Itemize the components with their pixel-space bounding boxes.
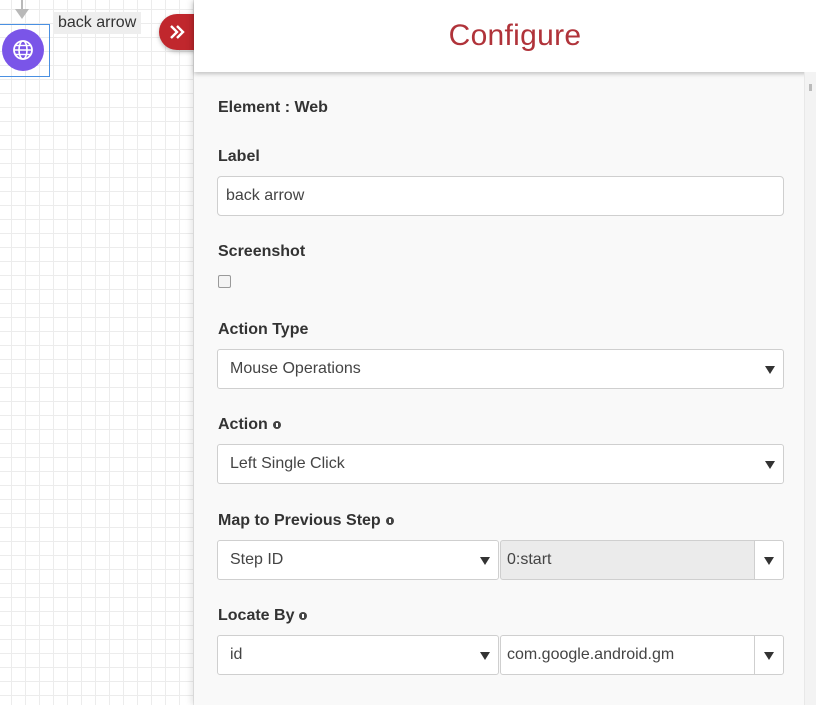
dropdown-caret-icon (765, 461, 775, 469)
workflow-canvas[interactable]: back arrow (0, 0, 194, 705)
previous-step-combo-value: 0:start (507, 551, 552, 568)
action-select[interactable]: Left Single Click (217, 444, 784, 484)
action-type-label: Action Type (218, 321, 309, 338)
action-value: Left Single Click (230, 455, 345, 472)
info-icon[interactable] (299, 612, 308, 620)
info-icon[interactable] (272, 421, 281, 429)
info-icon[interactable] (385, 517, 394, 525)
previous-step-combo-dropdown-button[interactable] (754, 540, 784, 580)
scrollbar-mark (809, 84, 812, 91)
panel-header: Configure (194, 0, 816, 72)
previous-step-combo-input[interactable]: 0:start (500, 540, 755, 580)
map-previous-step-select[interactable]: Step ID (217, 540, 499, 580)
screenshot-checkbox[interactable] (218, 275, 231, 288)
action-type-value: Mouse Operations (230, 360, 361, 377)
collapse-panel-button[interactable] (159, 14, 195, 50)
locator-value-combo-value: com.google.android.gm (507, 646, 675, 663)
locator-value-combo-input[interactable]: com.google.android.gm (500, 635, 755, 675)
dropdown-caret-icon (765, 366, 775, 374)
configure-panel: Configure Element : Web Label Screenshot… (194, 0, 816, 705)
element-type-label: Element : Web (218, 99, 328, 116)
action-label: Action (218, 416, 281, 434)
screenshot-label: Screenshot (218, 243, 306, 260)
locate-by-select-value: id (230, 646, 243, 663)
connector-arrow-icon (15, 9, 29, 19)
locate-by-select[interactable]: id (217, 635, 499, 675)
dropdown-caret-icon (764, 652, 774, 660)
label-input[interactable] (217, 176, 784, 216)
action-type-select[interactable]: Mouse Operations (217, 349, 784, 389)
map-previous-step-select-value: Step ID (230, 551, 284, 568)
dropdown-caret-icon (480, 652, 490, 660)
panel-scrollbar[interactable] (804, 72, 816, 705)
globe-icon (13, 40, 33, 60)
locator-value-combo-dropdown-button[interactable] (754, 635, 784, 675)
dropdown-caret-icon (764, 557, 774, 565)
double-chevron-right-icon (170, 25, 185, 39)
web-step-node[interactable] (2, 29, 44, 71)
panel-title: Configure (448, 19, 582, 52)
dropdown-caret-icon (480, 557, 490, 565)
locate-by-label: Locate By (218, 607, 308, 625)
label-field-label: Label (218, 148, 260, 165)
node-label: back arrow (53, 12, 142, 34)
map-previous-step-label: Map to Previous Step (218, 512, 394, 530)
